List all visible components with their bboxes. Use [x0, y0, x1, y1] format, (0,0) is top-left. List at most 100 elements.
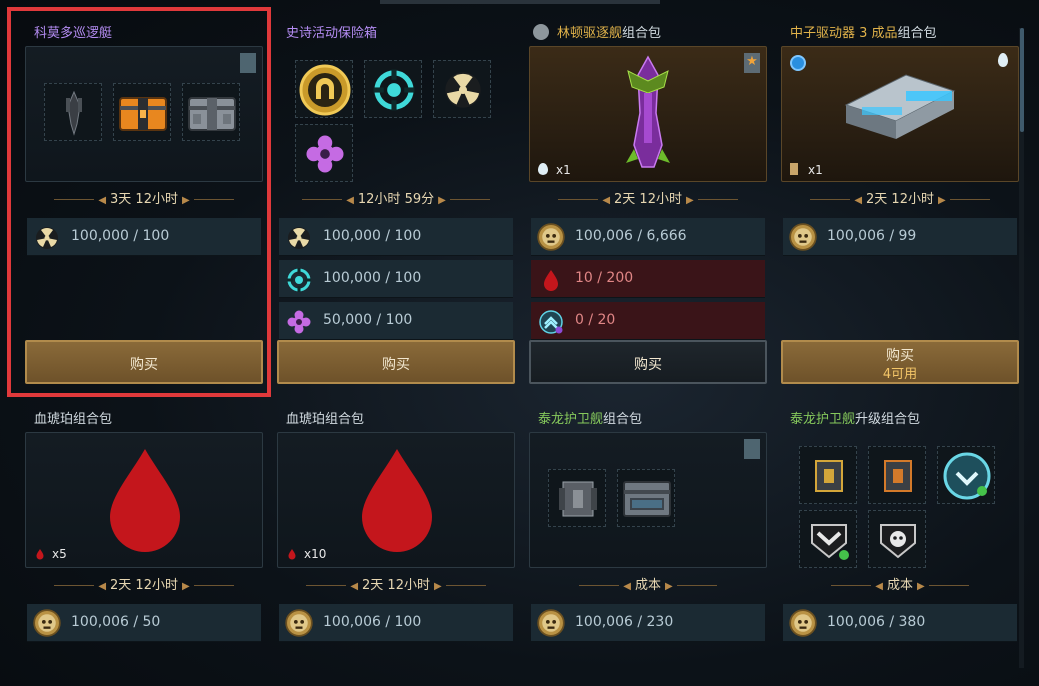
- selection-highlight-frame: [7, 7, 271, 397]
- pack-title-name: 泰龙护卫舰: [790, 412, 856, 427]
- pack-contents-panel: [529, 432, 767, 568]
- cost-row: 50,000 / 100: [279, 302, 513, 340]
- item-slot-teal-badge[interactable]: [937, 446, 995, 504]
- cost-row: 100,006 / 100: [279, 604, 513, 642]
- available-count-label: 4可用: [882, 367, 918, 382]
- cyan-target-icon: [365, 61, 423, 119]
- item-slot-chevron-shield[interactable]: [799, 510, 857, 568]
- pack-title-suffix: 组合包: [622, 26, 662, 41]
- cost-row-insufficient: 10 / 200: [531, 260, 765, 298]
- cyan-target-icon: [287, 268, 311, 292]
- pack-title-name: 中子驱动器 3 成品: [790, 26, 898, 41]
- top-header-bar: [380, 0, 660, 4]
- blood-drop-icon: [288, 549, 296, 560]
- gold-ship-part-icon: [815, 460, 843, 492]
- pack-timer: ◀ 成本 ▶: [529, 574, 767, 593]
- radiation-icon: [445, 72, 481, 108]
- cost-value: 100,006 / 99: [827, 228, 917, 244]
- cost-value: 100,006 / 50: [71, 614, 161, 630]
- buy-button[interactable]: 购买: [529, 340, 767, 384]
- cost-value: 0 / 20: [575, 312, 616, 328]
- pack-title-name: 泰龙护卫舰: [538, 412, 604, 427]
- pack-title: 林顿驱逐舰组合包: [533, 22, 661, 41]
- pack-title: 史诗活动保险箱: [286, 26, 378, 41]
- pack-timer: ◀ 2天 12小时 ▶: [25, 574, 263, 593]
- pack-title: 血琥珀组合包: [286, 412, 365, 427]
- cost-row-insufficient: 0 / 20: [531, 302, 765, 340]
- item-slot-steel-crate[interactable]: [617, 469, 675, 527]
- item-slot-ship-orange[interactable]: [868, 446, 926, 504]
- quantity-label: x10: [304, 547, 327, 561]
- star-bookmark-icon[interactable]: ★: [744, 53, 760, 73]
- crystal-drop-icon: [538, 163, 548, 175]
- timer-text: 2天 12小时: [362, 578, 430, 593]
- pack-contents-panel: x1: [781, 46, 1019, 182]
- item-slot-frigate[interactable]: [548, 469, 606, 527]
- steel-crate-icon: [623, 481, 671, 517]
- pack-contents-panel: [277, 46, 515, 182]
- blood-drop-icon: [36, 549, 44, 560]
- timer-text: 2天 12小时: [614, 192, 682, 207]
- timer-text: 成本: [634, 578, 661, 593]
- cost-value: 100,006 / 230: [575, 614, 674, 630]
- buy-button[interactable]: 购买: [277, 340, 515, 384]
- item-slot-gold-emblem[interactable]: [295, 60, 353, 118]
- chevron-shield-icon: [811, 524, 849, 560]
- neutron-drive-icon: [844, 74, 956, 139]
- buy-button[interactable]: 购买 4可用: [781, 340, 1019, 384]
- item-slot-purple-flower[interactable]: [295, 124, 353, 182]
- cost-row: 100,000 / 100: [279, 260, 513, 298]
- cost-row: 100,006 / 230: [531, 604, 765, 642]
- item-slot-ship-gold[interactable]: [799, 446, 857, 504]
- quantity-label: x1: [556, 163, 571, 177]
- skull-coin-icon: [789, 609, 817, 637]
- pack-contents-panel: [781, 432, 1019, 568]
- pack-timer: ◀ 12小时 59分 ▶: [277, 188, 515, 207]
- skull-coin-icon: [537, 223, 565, 251]
- pack-title-name: 林顿驱逐舰: [557, 26, 623, 41]
- cost-value: 10 / 200: [575, 270, 634, 286]
- pack-timer: ◀ 2天 12小时 ▶: [781, 188, 1019, 207]
- item-slot-radiation[interactable]: [433, 60, 491, 118]
- destroyer-ship-icon: [626, 55, 670, 168]
- buy-label: 购买: [634, 357, 662, 373]
- gold-emblem-icon: [299, 64, 351, 116]
- bookmark-icon[interactable]: [744, 439, 760, 459]
- buy-label: 购买: [886, 348, 914, 364]
- pack-title-suffix: 组合包: [897, 26, 937, 41]
- timer-text: 2天 12小时: [110, 578, 178, 593]
- scrollbar-thumb[interactable]: [1020, 28, 1024, 132]
- skull-coin-icon: [285, 609, 313, 637]
- pack-contents-panel: x5: [25, 432, 263, 568]
- pack-timer: ◀ 成本 ▶: [781, 574, 1019, 593]
- pack-title: 泰龙护卫舰升级组合包: [790, 408, 920, 427]
- pack-timer: ◀ 2天 12小时 ▶: [529, 188, 767, 207]
- cost-value: 100,006 / 380: [827, 614, 926, 630]
- timer-text: 成本: [886, 578, 913, 593]
- cost-row: 100,006 / 50: [27, 604, 261, 642]
- blood-amber-icon: [362, 449, 432, 552]
- cost-value: 50,000 / 100: [323, 312, 413, 328]
- buy-label: 购买: [382, 357, 410, 373]
- radiation-icon: [288, 227, 310, 249]
- quantity-label: x5: [52, 547, 67, 561]
- pack-timer: ◀ 2天 12小时 ▶: [277, 574, 515, 593]
- crystal-drop-icon: [998, 53, 1008, 67]
- skull-coin-icon: [33, 609, 61, 637]
- purple-flower-icon: [306, 135, 344, 173]
- pack-title: 血琥珀组合包: [34, 412, 113, 427]
- cost-value: 100,000 / 100: [323, 270, 422, 286]
- pack-title: 泰龙护卫舰组合包: [538, 408, 642, 427]
- pack-title-suffix: 升级组合包: [855, 412, 921, 427]
- pack-title: 中子驱动器 3 成品组合包: [790, 22, 937, 41]
- skull-coin-icon: [789, 223, 817, 251]
- cost-value: 100,000 / 100: [323, 228, 422, 244]
- item-slot-skull-shield[interactable]: [868, 510, 926, 568]
- timer-text: 2天 12小时: [866, 192, 934, 207]
- cost-row: 100,006 / 6,666: [531, 218, 765, 256]
- teal-rank-badge-icon: [943, 452, 991, 500]
- item-slot-cyan-target[interactable]: [364, 60, 422, 118]
- blood-amber-icon: [110, 449, 180, 552]
- pack-contents-panel: x10: [277, 432, 515, 568]
- purple-flower-icon: [287, 310, 311, 334]
